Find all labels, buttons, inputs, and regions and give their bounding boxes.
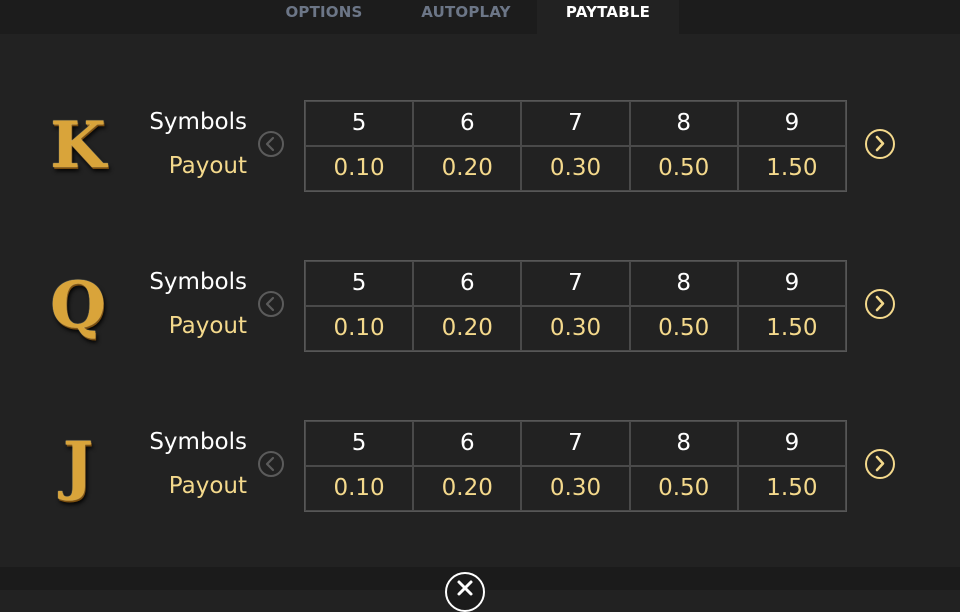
tab-options[interactable]: OPTIONS (268, 0, 380, 34)
symbol-count-cell: 5 (305, 261, 414, 306)
payout-cell: 0.30 (521, 146, 630, 191)
tab-autoplay[interactable]: AUTOPLAY (396, 0, 536, 34)
prev-button[interactable] (258, 291, 284, 317)
payout-table: 5 6 7 8 9 0.10 0.20 0.30 0.50 1.50 (304, 260, 847, 352)
symbol-count-cell: 5 (305, 421, 414, 466)
symbol-count-cell: 7 (521, 101, 630, 146)
payout-label: Payout (168, 473, 247, 499)
symbol-count-cell: 7 (521, 421, 630, 466)
symbol-q: Q (50, 268, 106, 343)
payout-cell: 0.50 (629, 146, 738, 191)
payout-cell: 0.20 (413, 466, 522, 511)
symbols-label: Symbols (149, 109, 247, 135)
symbol-count-cell: 7 (521, 261, 630, 306)
chevron-right-icon (875, 295, 885, 312)
prev-button[interactable] (258, 451, 284, 477)
symbol-count-cell: 8 (629, 421, 738, 466)
payout-cell: 0.10 (305, 466, 414, 511)
symbol-count-cell: 8 (629, 101, 738, 146)
symbol-count-cell: 9 (737, 421, 846, 466)
chevron-left-icon (265, 456, 275, 472)
prev-button[interactable] (258, 131, 284, 157)
payout-cell: 1.50 (737, 146, 846, 191)
symbol-count-cell: 6 (413, 261, 522, 306)
payout-cell: 0.10 (305, 306, 414, 351)
payout-table: 5 6 7 8 9 0.10 0.20 0.30 0.50 1.50 (304, 420, 847, 512)
payout-cell: 0.30 (521, 306, 630, 351)
symbol-count-cell: 8 (629, 261, 738, 306)
payout-cell: 1.50 (737, 306, 846, 351)
chevron-left-icon (265, 296, 275, 312)
payout-cell: 0.30 (521, 466, 630, 511)
payout-label: Payout (168, 153, 247, 179)
symbol-count-cell: 5 (305, 101, 414, 146)
tab-bar: OPTIONS AUTOPLAY PAYTABLE (0, 0, 960, 34)
symbol-count-cell: 9 (737, 261, 846, 306)
close-button[interactable] (445, 572, 485, 612)
symbol-j: J (62, 428, 94, 503)
next-button[interactable] (865, 289, 895, 319)
payout-cell: 0.20 (413, 146, 522, 191)
payout-cell: 0.50 (629, 466, 738, 511)
symbols-label: Symbols (149, 269, 247, 295)
chevron-left-icon (265, 136, 275, 152)
symbol-count-cell: 6 (413, 421, 522, 466)
payout-cell: 1.50 (737, 466, 846, 511)
next-button[interactable] (865, 129, 895, 159)
next-button[interactable] (865, 449, 895, 479)
paytable-row-j: J Symbols Payout 5 6 7 8 9 0.10 0.20 0.3… (0, 420, 960, 512)
symbol-k: K (50, 108, 106, 183)
payout-cell: 0.20 (413, 306, 522, 351)
payout-cell: 0.50 (629, 306, 738, 351)
chevron-right-icon (875, 135, 885, 152)
symbol-count-cell: 9 (737, 101, 846, 146)
symbol-count-cell: 6 (413, 101, 522, 146)
payout-table: 5 6 7 8 9 0.10 0.20 0.30 0.50 1.50 (304, 100, 847, 192)
symbols-label: Symbols (149, 429, 247, 455)
tab-paytable[interactable]: PAYTABLE (537, 0, 679, 34)
paytable-row-k: K Symbols Payout 5 6 7 8 9 0.10 0.20 0.3… (0, 100, 960, 192)
payout-label: Payout (168, 313, 247, 339)
paytable-row-q: Q Symbols Payout 5 6 7 8 9 0.10 0.20 0.3… (0, 260, 960, 352)
chevron-right-icon (875, 455, 885, 472)
close-icon (457, 580, 473, 596)
payout-cell: 0.10 (305, 146, 414, 191)
